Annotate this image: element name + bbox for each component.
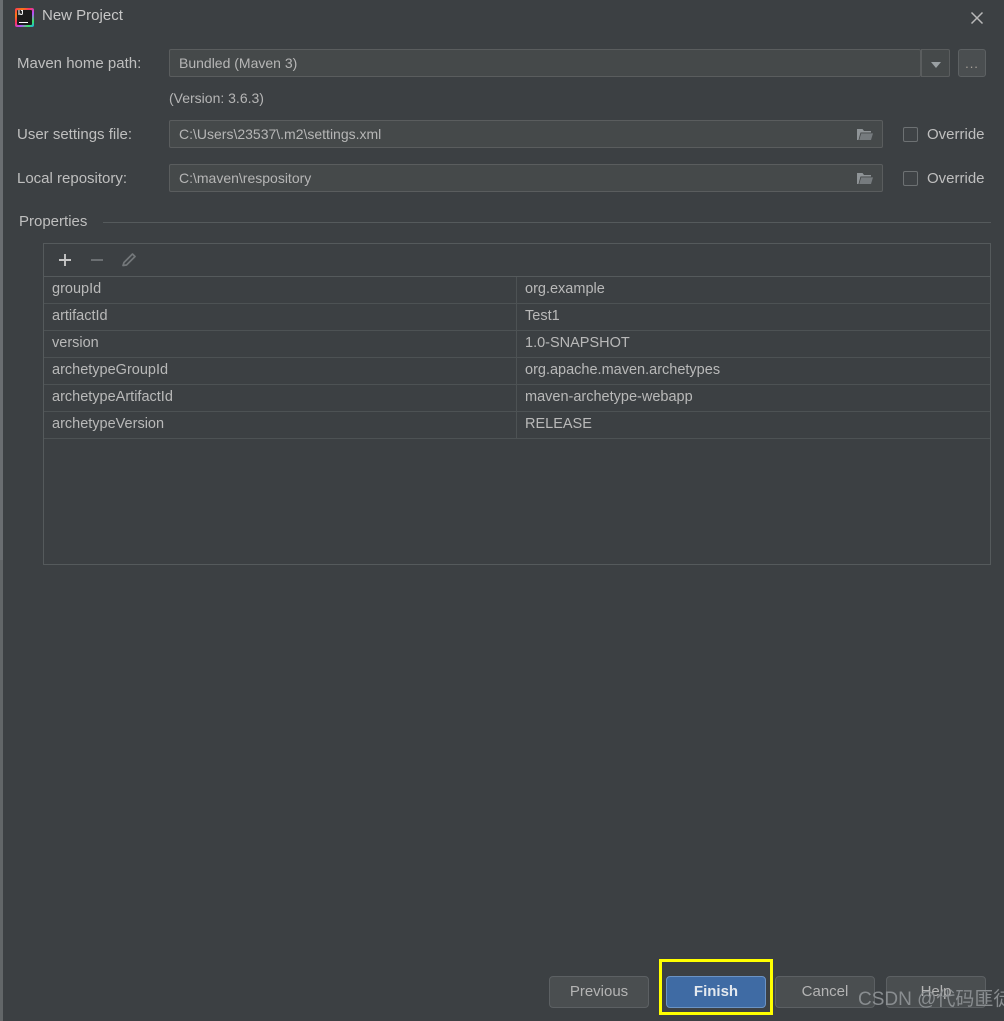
properties-row-list: groupId org.example artifactId Test1 version…: [44, 277, 990, 439]
property-value-cell: 1.0-SNAPSHOT: [525, 335, 630, 351]
intellij-idea-icon: [15, 8, 34, 27]
checkbox-box-icon: [903, 171, 918, 186]
local-repository-label: Local repository:: [17, 170, 128, 187]
properties-group-divider: [103, 222, 991, 223]
maven-home-path-label: Maven home path:: [17, 55, 142, 72]
property-value-cell: Test1: [525, 308, 560, 324]
user-settings-folder-icon[interactable]: [856, 127, 874, 142]
local-repository-override-checkbox[interactable]: Override: [903, 170, 985, 187]
user-settings-file-label: User settings file:: [17, 126, 133, 143]
pencil-icon: [118, 250, 140, 270]
user-settings-file-input[interactable]: C:\Users\23537\.m2\settings.xml: [169, 120, 883, 148]
property-key-cell: archetypeGroupId: [44, 358, 517, 384]
plus-icon[interactable]: [54, 250, 76, 270]
user-settings-override-checkbox[interactable]: Override: [903, 126, 985, 143]
properties-group-label: Properties: [19, 213, 96, 230]
table-row[interactable]: archetypeGroupId org.apache.maven.archety…: [44, 358, 990, 385]
checkbox-box-icon: [903, 127, 918, 142]
table-row[interactable]: groupId org.example: [44, 277, 990, 304]
property-key-cell: archetypeVersion: [44, 412, 517, 438]
user-settings-override-label: Override: [927, 126, 985, 143]
table-row[interactable]: version 1.0-SNAPSHOT: [44, 331, 990, 358]
property-value-cell: maven-archetype-webapp: [525, 389, 693, 405]
properties-table-toolbar: [44, 244, 990, 277]
dialog-title: New Project: [42, 7, 123, 24]
maven-home-path-browse-button[interactable]: ...: [958, 49, 986, 77]
table-row[interactable]: artifactId Test1: [44, 304, 990, 331]
previous-button[interactable]: Previous: [549, 976, 649, 1008]
ellipsis-icon: ...: [965, 56, 979, 71]
local-repository-input[interactable]: C:\maven\respository: [169, 164, 883, 192]
maven-home-path-dropdown-chevron-down-icon[interactable]: [921, 49, 950, 77]
property-key-cell: archetypeArtifactId: [44, 385, 517, 411]
minus-icon: [86, 250, 108, 270]
csdn-watermark: CSDN @代码匪徒: [858, 989, 1004, 1010]
table-row[interactable]: archetypeVersion RELEASE: [44, 412, 990, 439]
table-row[interactable]: archetypeArtifactId maven-archetype-webap…: [44, 385, 990, 412]
local-repository-override-label: Override: [927, 170, 985, 187]
maven-version-note: (Version: 3.6.3): [169, 90, 264, 106]
property-value-cell: org.example: [525, 281, 605, 297]
property-value-cell: RELEASE: [525, 416, 592, 432]
properties-table: groupId org.example artifactId Test1 version…: [43, 243, 991, 565]
property-key-cell: artifactId: [44, 304, 517, 330]
local-repository-folder-icon[interactable]: [856, 171, 874, 186]
close-icon[interactable]: [967, 8, 987, 28]
property-value-cell: org.apache.maven.archetypes: [525, 362, 721, 378]
property-key-cell: groupId: [44, 277, 517, 303]
dialog-title-bar: New Project: [3, 0, 1004, 34]
property-key-cell: version: [44, 331, 517, 357]
maven-home-path-input[interactable]: Bundled (Maven 3): [169, 49, 921, 77]
new-project-dialog: New Project Maven home path: Bundled (Ma…: [3, 0, 1004, 1021]
finish-button[interactable]: Finish: [666, 976, 766, 1008]
